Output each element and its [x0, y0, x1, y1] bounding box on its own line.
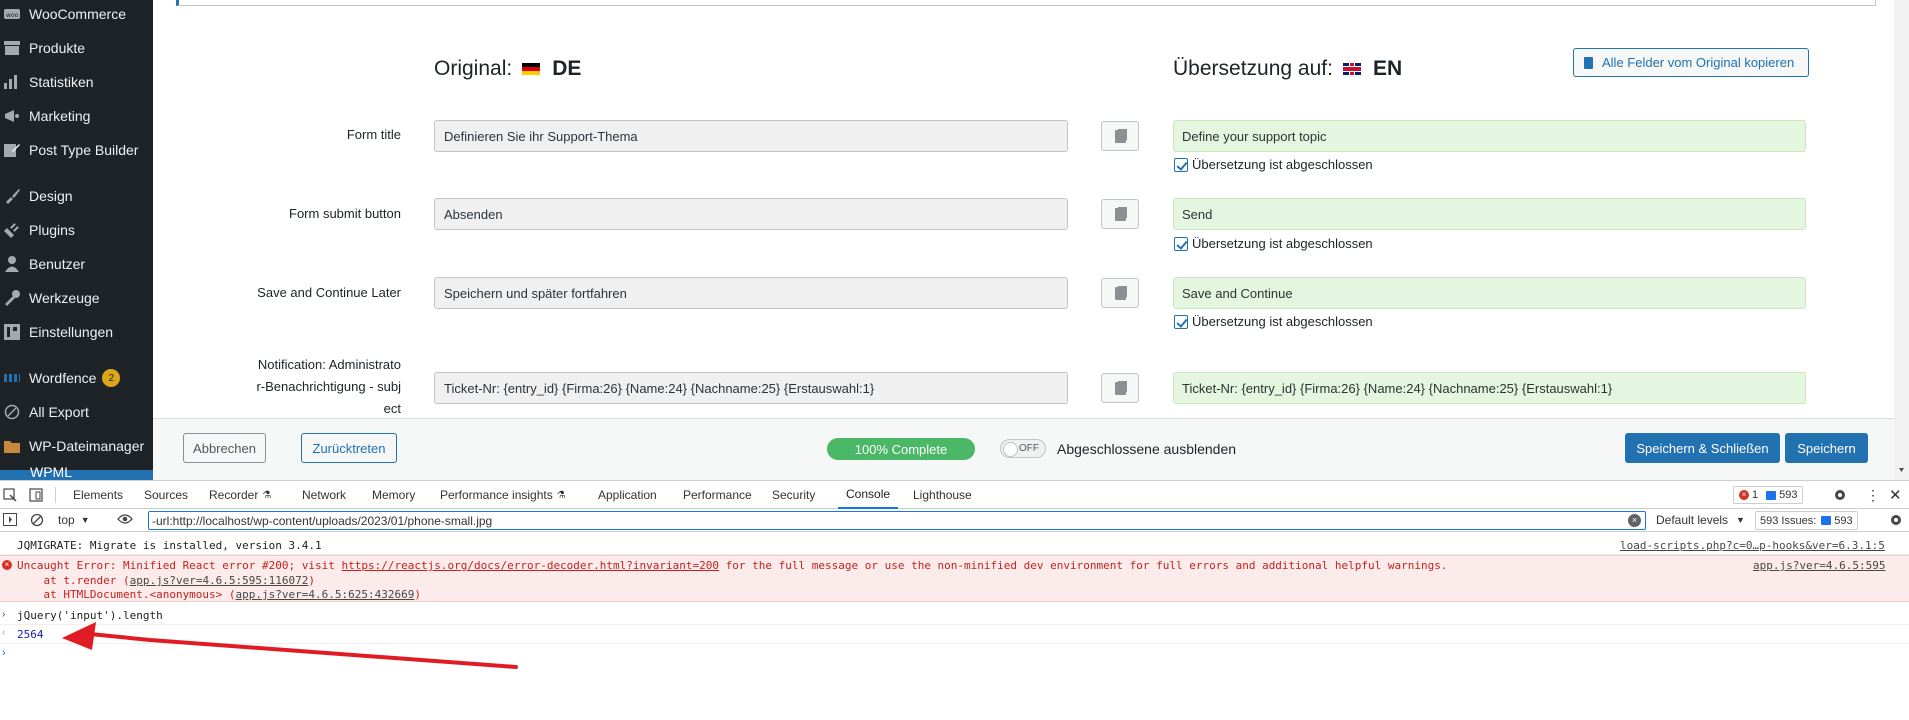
annotation-arrow [62, 622, 518, 669]
